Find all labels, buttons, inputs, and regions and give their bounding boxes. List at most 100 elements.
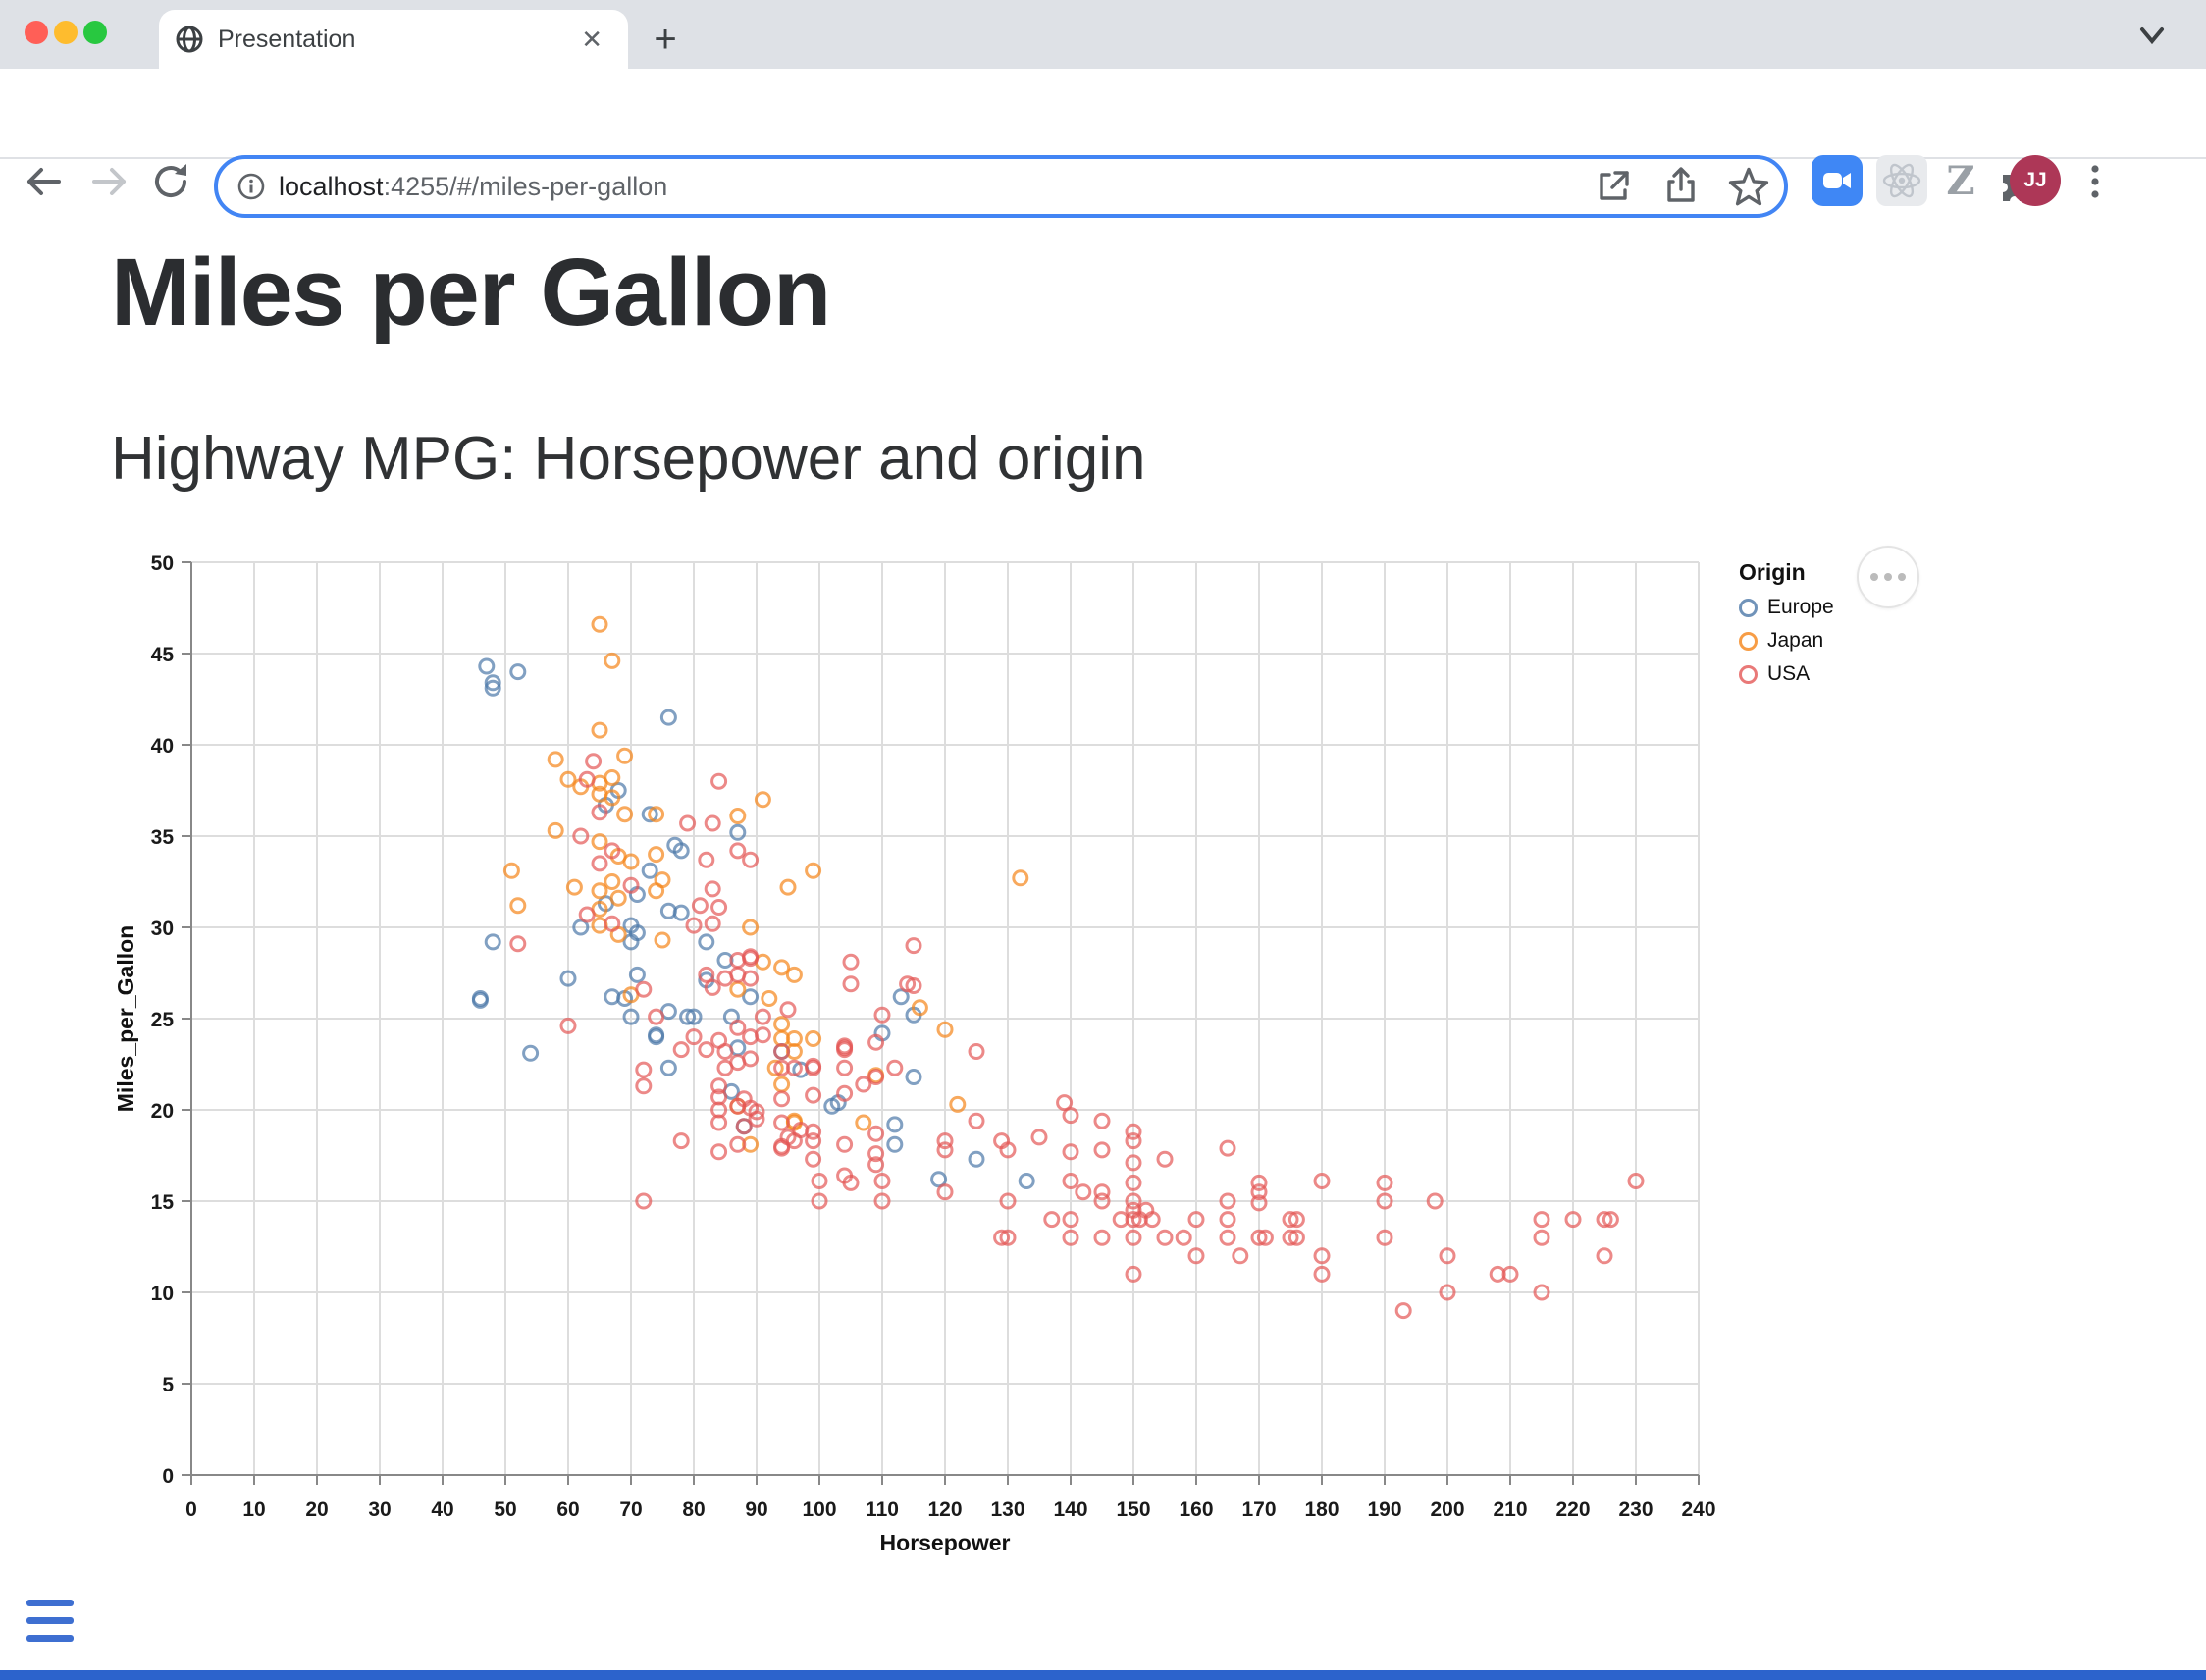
data-point — [605, 654, 619, 667]
data-point — [593, 617, 606, 631]
data-point — [970, 1152, 983, 1166]
data-point — [718, 1045, 732, 1059]
data-point — [605, 771, 619, 785]
data-point — [587, 755, 601, 768]
data-point — [480, 659, 494, 673]
data-point — [1221, 1231, 1234, 1244]
data-point — [1095, 1114, 1109, 1128]
data-point — [1077, 1185, 1090, 1199]
data-point — [869, 1127, 883, 1140]
data-point — [511, 899, 525, 913]
hamburger-icon[interactable] — [26, 1600, 74, 1653]
svg-text:240: 240 — [1681, 1498, 1715, 1521]
data-point — [661, 710, 675, 724]
legend-entry-japan: Japan — [1739, 629, 1834, 653]
data-point — [706, 816, 719, 830]
data-point — [593, 857, 606, 870]
data-point — [844, 977, 858, 991]
legend-label: USA — [1767, 662, 1810, 686]
data-point — [1396, 1304, 1410, 1318]
svg-text:200: 200 — [1430, 1498, 1464, 1521]
data-point — [807, 1134, 820, 1148]
data-point — [970, 1045, 983, 1059]
data-point — [1045, 1213, 1059, 1227]
svg-text:35: 35 — [151, 826, 175, 849]
data-point — [1234, 1249, 1247, 1263]
legend-entry-europe: Europe — [1739, 596, 1834, 619]
svg-text:45: 45 — [151, 644, 175, 666]
dot-icon — [1884, 573, 1892, 581]
data-point — [630, 968, 644, 981]
data-point — [712, 1145, 726, 1159]
svg-text:190: 190 — [1367, 1498, 1401, 1521]
legend-symbol — [1739, 632, 1758, 651]
dot-icon — [1870, 573, 1878, 581]
data-point — [731, 982, 745, 996]
data-point — [650, 1010, 663, 1024]
accent-bottom-bar — [0, 1670, 2206, 1680]
data-point — [593, 723, 606, 737]
data-point — [611, 891, 625, 905]
data-point — [807, 1088, 820, 1102]
svg-text:110: 110 — [866, 1498, 899, 1521]
data-point — [787, 968, 801, 981]
data-point — [775, 1077, 789, 1091]
svg-text:150: 150 — [1116, 1498, 1150, 1521]
data-point — [486, 935, 499, 949]
data-point — [504, 864, 518, 877]
data-point — [637, 1063, 651, 1076]
data-point — [970, 1114, 983, 1128]
data-point — [674, 1043, 688, 1057]
data-point — [712, 901, 726, 915]
data-point — [605, 875, 619, 889]
data-point — [511, 937, 525, 951]
legend-symbol — [1739, 599, 1758, 617]
svg-text:40: 40 — [431, 1498, 453, 1521]
data-point — [857, 1077, 870, 1091]
svg-text:0: 0 — [185, 1498, 197, 1521]
data-point — [1177, 1231, 1190, 1244]
data-point — [1535, 1231, 1549, 1244]
data-point — [1158, 1231, 1172, 1244]
legend-entry-usa: USA — [1739, 662, 1834, 686]
data-point — [781, 880, 795, 894]
y-axis-title: Miles_per_Gallon — [113, 925, 138, 1112]
legend-label: Europe — [1767, 596, 1834, 619]
data-point — [1032, 1130, 1046, 1144]
data-point — [1020, 1175, 1033, 1188]
data-point — [781, 1003, 795, 1017]
svg-text:220: 220 — [1555, 1498, 1590, 1521]
data-point — [756, 793, 769, 807]
data-point — [1095, 1143, 1109, 1157]
data-point — [838, 1061, 852, 1075]
svg-text:160: 160 — [1179, 1498, 1213, 1521]
data-point — [731, 1021, 745, 1034]
data-point — [1535, 1213, 1549, 1227]
data-point — [838, 1137, 852, 1151]
data-point — [857, 1116, 870, 1129]
data-point — [700, 853, 713, 866]
chart-tick-labels: 0102030405060708090100110120130140150160… — [151, 552, 1716, 1521]
scatter-points — [473, 617, 1643, 1317]
data-point — [650, 884, 663, 898]
legend-symbol — [1739, 665, 1758, 684]
svg-text:210: 210 — [1493, 1498, 1527, 1521]
svg-text:5: 5 — [162, 1374, 174, 1396]
data-point — [807, 1152, 820, 1166]
chart-actions-button[interactable] — [1857, 546, 1919, 608]
svg-text:30: 30 — [151, 918, 174, 940]
data-point — [1221, 1213, 1234, 1227]
data-point — [1598, 1249, 1611, 1263]
data-point — [618, 749, 632, 762]
svg-text:100: 100 — [802, 1498, 836, 1521]
data-point — [888, 1137, 902, 1151]
data-point — [674, 1134, 688, 1148]
data-point — [580, 908, 594, 921]
svg-text:80: 80 — [682, 1498, 705, 1521]
data-point — [888, 1118, 902, 1131]
data-point — [593, 884, 606, 898]
data-point — [907, 1071, 920, 1084]
svg-text:70: 70 — [619, 1498, 642, 1521]
data-point — [731, 825, 745, 839]
data-point — [712, 774, 726, 788]
